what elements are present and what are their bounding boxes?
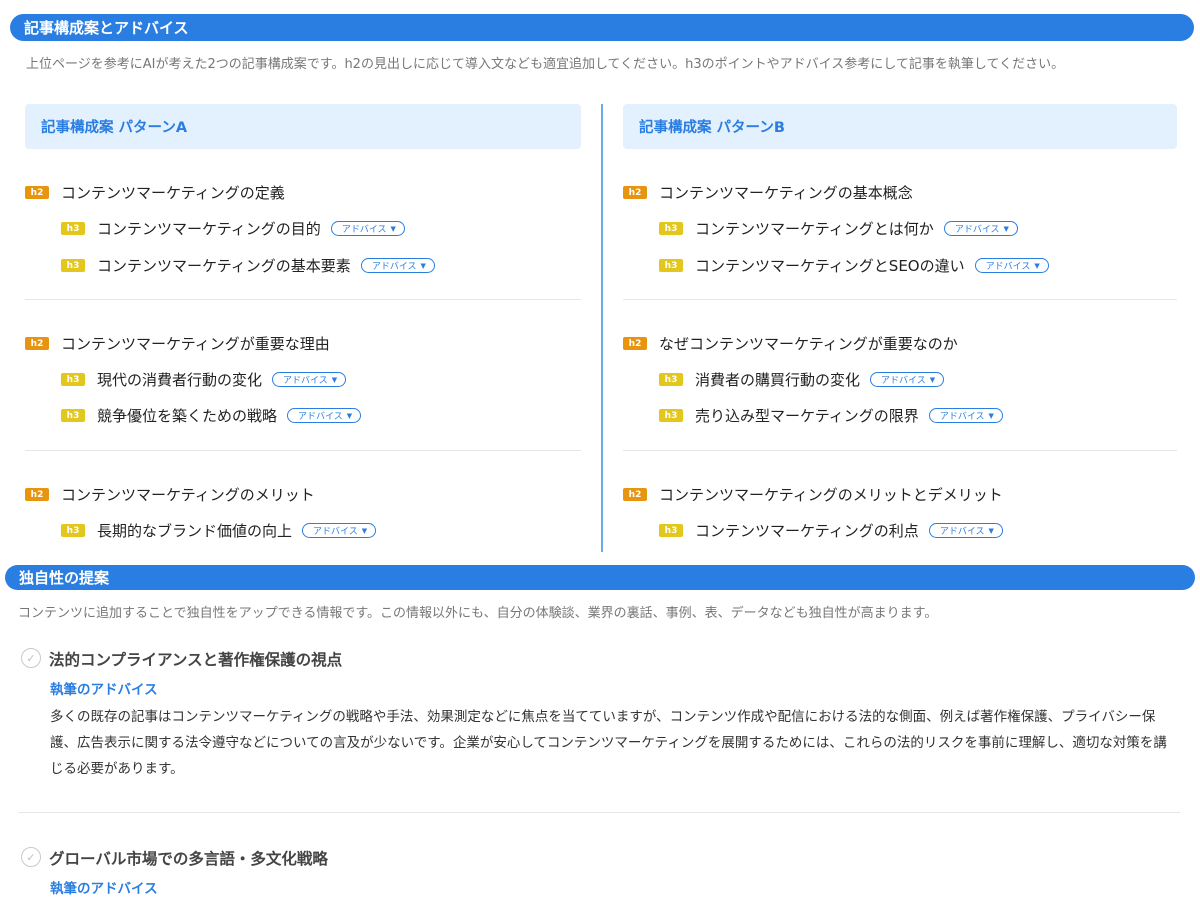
h3-heading: 現代の消費者行動の変化	[97, 371, 263, 389]
proposal-subtitle: 執筆のアドバイス	[50, 881, 158, 897]
advice-dropdown-button[interactable]: アドバイス ▼	[302, 523, 377, 538]
section-title: 独自性の提案	[19, 569, 110, 587]
advice-dropdown-button[interactable]: アドバイス ▼	[272, 372, 347, 387]
h3-tag: h3	[659, 259, 683, 272]
caret-down-icon: ▼	[1034, 261, 1040, 270]
h2-heading: コンテンツマーケティングが重要な理由	[61, 335, 330, 353]
caret-down-icon: ▼	[988, 526, 994, 535]
section-description: コンテンツに追加することで独自性をアップできる情報です。この情報以外にも、自分の…	[18, 606, 938, 621]
outline-h3-item: h3 売り込み型マーケティングの限界 アドバイス ▼	[659, 405, 1003, 426]
outline-h2-item: h2 なぜコンテンツマーケティングが重要なのか	[623, 333, 958, 354]
h3-tag: h3	[659, 409, 683, 422]
caret-down-icon: ▼	[1003, 224, 1009, 233]
h3-heading: 売り込み型マーケティングの限界	[695, 407, 919, 425]
section-header-structure: 記事構成案とアドバイス	[10, 14, 1194, 41]
outline-h3-item: h3 コンテンツマーケティングとは何か アドバイス ▼	[659, 218, 1018, 239]
caret-down-icon: ▼	[929, 375, 936, 384]
check-circle-icon[interactable]: ✓	[21, 847, 41, 867]
outline-h3-item: h3 長期的なブランド価値の向上 アドバイス ▼	[61, 520, 377, 541]
h3-tag: h3	[659, 524, 683, 537]
h3-heading: コンテンツマーケティングとSEOの違い	[695, 257, 965, 275]
advice-dropdown-button[interactable]: アドバイス ▼	[928, 523, 1003, 538]
h2-tag: h2	[623, 488, 647, 501]
pattern-b-header: 記事構成案 パターンB	[623, 104, 1177, 149]
advice-dropdown-button[interactable]: アドバイス ▼	[974, 258, 1049, 273]
h3-heading: 競争優位を築くための戦略	[97, 407, 278, 425]
h2-tag: h2	[25, 337, 49, 350]
advice-dropdown-button[interactable]: アドバイス ▼	[943, 221, 1018, 236]
proposal-divider	[18, 812, 1180, 813]
h3-tag: h3	[61, 524, 85, 537]
caret-down-icon: ▼	[420, 261, 426, 270]
pattern-a-header: 記事構成案 パターンA	[25, 104, 581, 149]
advice-dropdown-button[interactable]: アドバイス ▼	[928, 408, 1003, 423]
h3-tag: h3	[61, 373, 85, 386]
advice-dropdown-button[interactable]: アドバイス ▼	[287, 408, 362, 423]
section-description: 上位ページを参考にAIが考えた2つの記事構成案です。h2の見出しに応じて導入文な…	[26, 57, 1065, 72]
h2-tag: h2	[623, 337, 647, 350]
outline-h2-item: h2 コンテンツマーケティングが重要な理由	[25, 333, 330, 354]
h3-heading: 長期的なブランド価値の向上	[97, 522, 293, 540]
h3-tag: h3	[659, 373, 683, 386]
group-divider	[25, 450, 581, 451]
column-divider	[601, 104, 603, 552]
h3-heading: コンテンツマーケティングの基本要素	[97, 257, 351, 275]
h2-tag: h2	[25, 186, 49, 199]
h3-heading: 消費者の購買行動の変化	[695, 371, 861, 389]
caret-down-icon: ▼	[361, 526, 368, 535]
h3-heading: コンテンツマーケティングの目的	[97, 220, 321, 238]
outline-h2-item: h2 コンテンツマーケティングのメリットとデメリット	[623, 484, 1003, 505]
check-circle-icon[interactable]: ✓	[21, 648, 41, 668]
h2-tag: h2	[25, 488, 49, 501]
advice-dropdown-button[interactable]: アドバイス ▼	[870, 372, 945, 387]
proposal-body: 多くの既存の記事はコンテンツマーケティングの戦略や手法、効果測定などに焦点を当て…	[50, 709, 1167, 777]
caret-down-icon: ▼	[331, 375, 338, 384]
h2-heading: コンテンツマーケティングの定義	[61, 184, 285, 202]
caret-down-icon: ▼	[988, 411, 994, 420]
h3-tag: h3	[659, 222, 683, 235]
h2-heading: コンテンツマーケティングの基本概念	[659, 184, 913, 202]
outline-h3-item: h3 コンテンツマーケティングの基本要素 アドバイス ▼	[61, 255, 435, 276]
outline-h2-item: h2 コンテンツマーケティングの基本概念	[623, 182, 913, 203]
h2-heading: コンテンツマーケティングのメリットとデメリット	[659, 486, 1003, 504]
outline-h2-item: h2 コンテンツマーケティングの定義	[25, 182, 285, 203]
outline-h3-item: h3 競争優位を築くための戦略 アドバイス ▼	[61, 405, 362, 426]
outline-h3-item: h3 消費者の購買行動の変化 アドバイス ▼	[659, 369, 945, 390]
outline-h2-item: h2 コンテンツマーケティングのメリット	[25, 484, 315, 505]
section-header-uniqueness: 独自性の提案	[5, 565, 1195, 590]
outline-h3-item: h3 コンテンツマーケティングの利点 アドバイス ▼	[659, 520, 1003, 541]
h2-heading: コンテンツマーケティングのメリット	[61, 486, 315, 504]
group-divider	[25, 299, 581, 300]
proposal-title: 法的コンプライアンスと著作権保護の視点	[49, 651, 343, 669]
h3-tag: h3	[61, 222, 85, 235]
proposal-subtitle: 執筆のアドバイス	[50, 682, 158, 698]
caret-down-icon: ▼	[390, 224, 396, 233]
advice-dropdown-button[interactable]: アドバイス ▼	[330, 221, 405, 236]
h3-tag: h3	[61, 409, 85, 422]
advice-dropdown-button[interactable]: アドバイス ▼	[360, 258, 435, 273]
h3-heading: コンテンツマーケティングの利点	[695, 522, 919, 540]
outline-h3-item: h3 コンテンツマーケティングとSEOの違い アドバイス ▼	[659, 255, 1049, 276]
caret-down-icon: ▼	[346, 411, 353, 420]
h3-heading: コンテンツマーケティングとは何か	[695, 220, 934, 238]
h2-tag: h2	[623, 186, 647, 199]
outline-h3-item: h3 現代の消費者行動の変化 アドバイス ▼	[61, 369, 347, 390]
proposal-title: グローバル市場での多言語・多文化戦略	[49, 850, 328, 868]
h2-heading: なぜコンテンツマーケティングが重要なのか	[659, 335, 958, 353]
group-divider	[623, 299, 1177, 300]
section-title: 記事構成案とアドバイス	[24, 19, 189, 37]
group-divider	[623, 450, 1177, 451]
h3-tag: h3	[61, 259, 85, 272]
outline-h3-item: h3 コンテンツマーケティングの目的 アドバイス ▼	[61, 218, 405, 239]
